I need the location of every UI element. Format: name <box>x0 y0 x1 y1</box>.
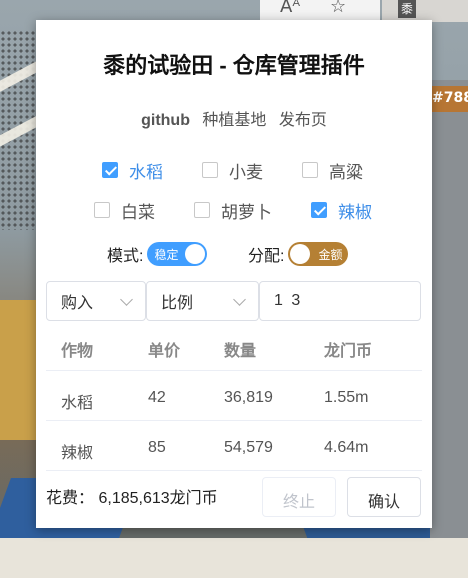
chevron-down-icon <box>233 293 246 306</box>
allocation-switch[interactable]: 金额 <box>288 242 349 266</box>
cell-coins: 4.64m <box>324 439 369 456</box>
cell-quantity: 36,819 <box>224 389 273 406</box>
crop-label: 高粱 <box>329 162 363 182</box>
switch-knob <box>185 244 206 264</box>
extension-toolbar-area: 黍 <box>382 0 468 22</box>
column-header-crop: 作物 <box>61 343 94 360</box>
crop-label: 白菜 <box>121 202 155 222</box>
cell-price: 85 <box>148 439 166 456</box>
stop-button[interactable]: 终止 <box>262 477 336 517</box>
crop-checkbox-wheat[interactable]: 小麦 <box>202 158 263 182</box>
cost-summary: 花费： 6,185,613龙门币 <box>46 484 218 508</box>
right-scene-strip <box>430 80 468 560</box>
crop-label: 小麦 <box>229 162 263 182</box>
cell-crop: 辣椒 <box>61 445 94 462</box>
action-select[interactable]: 购入 <box>46 281 146 321</box>
ratio-select[interactable]: 比例 <box>146 281 259 321</box>
column-header-price: 单价 <box>148 343 181 360</box>
extension-popup: 黍的试验田 - 仓库管理插件 github 种植基地 发布页 水稻 小麦 高粱 … <box>36 20 432 528</box>
crop-checkbox-cabbage[interactable]: 白菜 <box>94 198 155 222</box>
checkbox-icon <box>302 162 318 178</box>
link-bar: github 种植基地 发布页 <box>36 106 432 130</box>
browser-toolbar: Aᴬ ☆ <box>260 0 380 22</box>
checkbox-icon <box>202 162 218 178</box>
cost-value: 6,185,613龙门币 <box>98 490 218 507</box>
checkbox-icon <box>94 202 110 218</box>
desk-decor <box>0 300 40 440</box>
cell-crop: 水稻 <box>61 395 94 412</box>
release-page-link[interactable]: 发布页 <box>279 112 327 129</box>
mode-label: 模式: <box>107 248 144 265</box>
ratio-input-value: 1 3 <box>274 292 303 309</box>
action-select-value: 购入 <box>61 295 94 312</box>
planting-base-link[interactable]: 种植基地 <box>202 112 266 129</box>
allocation-switch-text: 金额 <box>318 248 343 262</box>
github-link[interactable]: github <box>141 112 190 129</box>
cell-quantity: 54,579 <box>224 439 273 456</box>
crop-checkbox-pepper[interactable]: 辣椒 <box>311 198 372 222</box>
crop-table: 作物 单价 数量 龙门币 水稻 42 36,819 1.55m 辣椒 85 54… <box>46 325 422 471</box>
crop-checkbox-carrot[interactable]: 胡萝卜 <box>194 198 272 222</box>
cell-price: 42 <box>148 389 166 406</box>
confirm-button[interactable]: 确认 <box>347 477 421 517</box>
read-aloud-icon[interactable]: Aᴬ <box>280 0 300 17</box>
ratio-input[interactable]: 1 3 <box>259 281 421 321</box>
floor-decor <box>0 538 468 578</box>
crop-label: 水稻 <box>129 162 163 182</box>
checkbox-icon <box>102 162 118 178</box>
crop-label: 辣椒 <box>338 202 372 222</box>
cell-coins: 1.55m <box>324 389 369 406</box>
table-row: 水稻 42 36,819 1.55m <box>46 371 422 421</box>
extension-icon[interactable]: 黍 <box>398 0 416 18</box>
column-header-coins: 龙门币 <box>324 343 373 360</box>
mode-switch[interactable]: 稳定 <box>147 242 208 266</box>
table-row: 辣椒 85 54,579 4.64m <box>46 421 422 471</box>
crop-checkbox-rice[interactable]: 水稻 <box>102 158 163 182</box>
chevron-down-icon <box>120 293 133 306</box>
ratio-select-value: 比例 <box>161 295 194 312</box>
table-header-row: 作物 单价 数量 龙门币 <box>46 325 422 371</box>
switch-knob <box>290 244 311 264</box>
scene-tag: #788 <box>430 86 468 112</box>
checkbox-icon <box>194 202 210 218</box>
crop-label: 胡萝卜 <box>221 202 272 222</box>
mode-setting: 模式: 稳定 <box>107 242 208 266</box>
allocation-label: 分配: <box>248 248 285 265</box>
mode-switch-text: 稳定 <box>154 248 179 262</box>
popup-title: 黍的试验田 - 仓库管理插件 <box>103 53 365 78</box>
allocation-setting: 分配: 金额 <box>248 242 349 266</box>
checkbox-icon <box>311 202 327 218</box>
column-header-quantity: 数量 <box>224 343 257 360</box>
crop-checkbox-sorghum[interactable]: 高粱 <box>302 158 363 182</box>
cost-label: 花费： <box>46 490 95 507</box>
favorite-star-icon[interactable]: ☆ <box>330 0 346 17</box>
